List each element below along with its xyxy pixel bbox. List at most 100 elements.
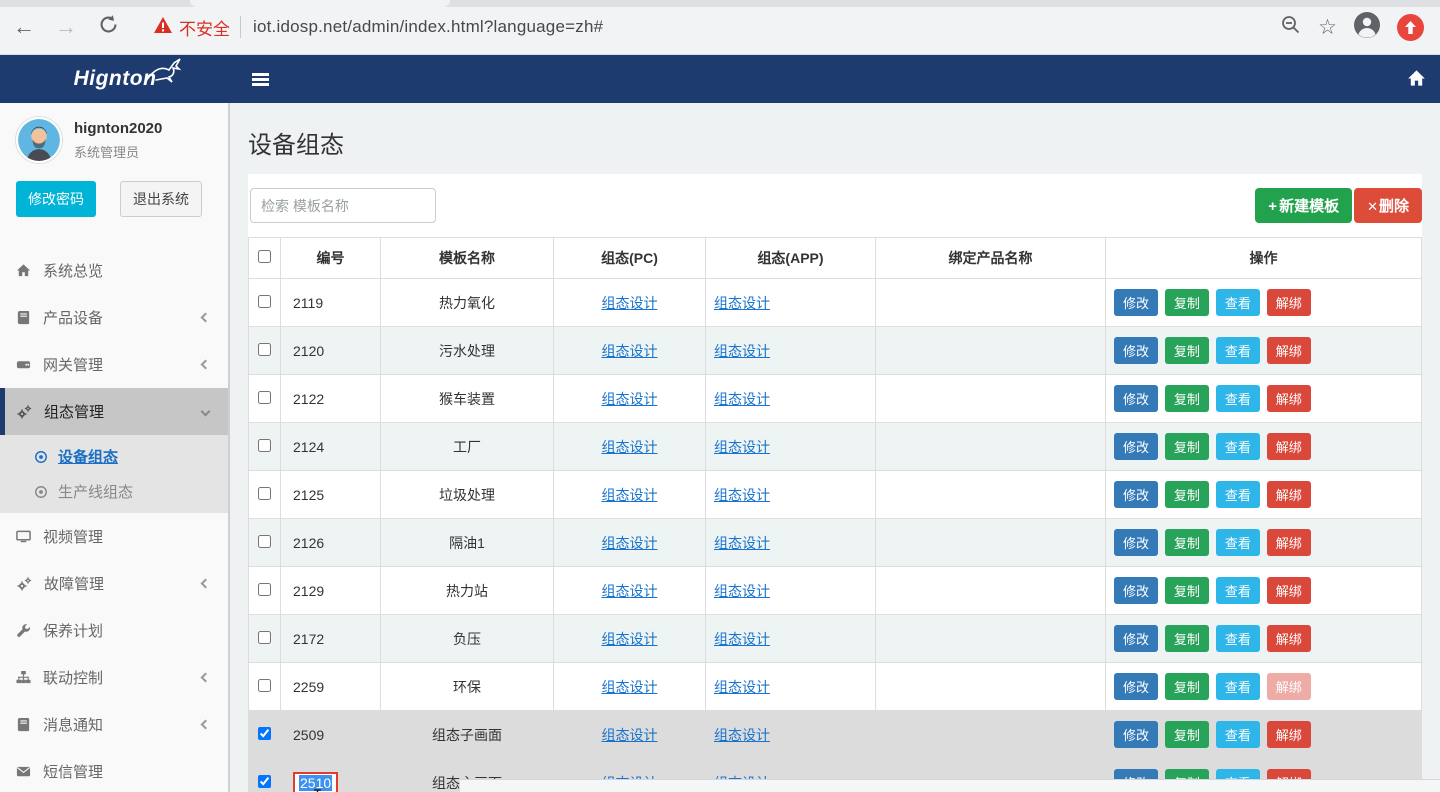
app-design-link[interactable]: 组态设计	[714, 343, 770, 359]
sidebar-item-production-line-configuration[interactable]: 生产线组态	[0, 474, 228, 509]
app-design-link[interactable]: 组态设计	[714, 295, 770, 311]
copy-button[interactable]: 复制	[1165, 529, 1209, 556]
edit-button[interactable]: 修改	[1114, 433, 1158, 460]
table-row[interactable]: 2509 组态子画面 组态设计 组态设计 修改 复制 查看 解绑	[249, 711, 1422, 759]
home-icon[interactable]	[1407, 69, 1426, 93]
table-row[interactable]: 2259 环保 组态设计 组态设计 修改 复制 查看 解绑	[249, 663, 1422, 711]
profile-avatar-icon[interactable]	[1353, 11, 1381, 44]
sidebar-item-fault-management[interactable]: 故障管理	[0, 560, 228, 607]
copy-button[interactable]: 复制	[1165, 385, 1209, 412]
copy-button[interactable]: 复制	[1165, 721, 1209, 748]
unbind-button[interactable]: 解绑	[1267, 433, 1311, 460]
table-row[interactable]: 2126 隔油1 组态设计 组态设计 修改 复制 查看 解绑	[249, 519, 1422, 567]
edit-button[interactable]: 修改	[1114, 577, 1158, 604]
sidebar-toggle-icon[interactable]	[246, 65, 275, 94]
bookmark-star-icon[interactable]: ☆	[1318, 15, 1337, 40]
edit-button[interactable]: 修改	[1114, 673, 1158, 700]
sidebar-item-device-configuration[interactable]: 设备组态	[0, 439, 228, 474]
edit-button[interactable]: 修改	[1114, 625, 1158, 652]
sidebar-item-linkage-control[interactable]: 联动控制	[0, 654, 228, 701]
select-all-checkbox[interactable]	[258, 250, 271, 263]
view-button[interactable]: 查看	[1216, 481, 1260, 508]
row-checkbox[interactable]	[258, 679, 271, 692]
table-row[interactable]: 2119 热力氧化 组态设计 组态设计 修改 复制 查看 解绑	[249, 279, 1422, 327]
reload-icon[interactable]	[90, 14, 126, 41]
pc-design-link[interactable]: 组态设计	[602, 343, 658, 359]
table-row[interactable]: 2125 垃圾处理 组态设计 组态设计 修改 复制 查看 解绑	[249, 471, 1422, 519]
app-design-link[interactable]: 组态设计	[714, 727, 770, 743]
row-checkbox[interactable]	[258, 775, 271, 788]
sidebar-item-system-overview[interactable]: 系统总览	[0, 247, 228, 294]
sidebar-item-sms-management[interactable]: 短信管理	[0, 748, 228, 792]
change-password-button[interactable]: 修改密码	[16, 181, 96, 217]
view-button[interactable]: 查看	[1216, 433, 1260, 460]
copy-button[interactable]: 复制	[1165, 673, 1209, 700]
browser-update-icon[interactable]	[1397, 14, 1424, 41]
view-button[interactable]: 查看	[1216, 289, 1260, 316]
view-button[interactable]: 查看	[1216, 337, 1260, 364]
edit-button[interactable]: 修改	[1114, 289, 1158, 316]
app-design-link[interactable]: 组态设计	[714, 631, 770, 647]
horizontal-scrollbar-track[interactable]	[460, 779, 1440, 792]
brand-logo[interactable]: Hignton	[0, 55, 230, 103]
address-bar[interactable]: 不安全 iot.idosp.net/admin/index.html?langu…	[154, 15, 1280, 40]
copy-button[interactable]: 复制	[1165, 433, 1209, 460]
copy-button[interactable]: 复制	[1165, 481, 1209, 508]
edit-button[interactable]: 修改	[1114, 337, 1158, 364]
delete-button[interactable]: 删除	[1354, 188, 1422, 223]
table-row[interactable]: 2172 负压 组态设计 组态设计 修改 复制 查看 解绑	[249, 615, 1422, 663]
unbind-button[interactable]: 解绑	[1267, 289, 1311, 316]
pc-design-link[interactable]: 组态设计	[602, 583, 658, 599]
unbind-button[interactable]: 解绑	[1267, 625, 1311, 652]
table-row[interactable]: 2120 污水处理 组态设计 组态设计 修改 复制 查看 解绑	[249, 327, 1422, 375]
unbind-button[interactable]: 解绑	[1267, 337, 1311, 364]
row-checkbox[interactable]	[258, 535, 271, 548]
row-checkbox[interactable]	[258, 343, 271, 356]
row-checkbox[interactable]	[258, 391, 271, 404]
row-checkbox[interactable]	[258, 583, 271, 596]
sidebar-item-video-management[interactable]: 视频管理	[0, 513, 228, 560]
app-design-link[interactable]: 组态设计	[714, 487, 770, 503]
app-design-link[interactable]: 组态设计	[714, 679, 770, 695]
table-row[interactable]: 2124 工厂 组态设计 组态设计 修改 复制 查看 解绑	[249, 423, 1422, 471]
unbind-button[interactable]: 解绑	[1267, 385, 1311, 412]
pc-design-link[interactable]: 组态设计	[602, 487, 658, 503]
copy-button[interactable]: 复制	[1165, 337, 1209, 364]
row-id-edit-box[interactable]: 2510	[293, 772, 338, 792]
unbind-button[interactable]: 解绑	[1267, 529, 1311, 556]
table-row[interactable]: 2122 猴车装置 组态设计 组态设计 修改 复制 查看 解绑	[249, 375, 1422, 423]
copy-button[interactable]: 复制	[1165, 577, 1209, 604]
sidebar-item-message-notification[interactable]: 消息通知	[0, 701, 228, 748]
view-button[interactable]: 查看	[1216, 385, 1260, 412]
row-checkbox[interactable]	[258, 439, 271, 452]
pc-design-link[interactable]: 组态设计	[602, 439, 658, 455]
view-button[interactable]: 查看	[1216, 673, 1260, 700]
new-template-button[interactable]: 新建模板	[1255, 188, 1352, 223]
edit-button[interactable]: 修改	[1114, 385, 1158, 412]
row-checkbox[interactable]	[258, 727, 271, 740]
pc-design-link[interactable]: 组态设计	[602, 391, 658, 407]
edit-button[interactable]: 修改	[1114, 529, 1158, 556]
app-design-link[interactable]: 组态设计	[714, 535, 770, 551]
unbind-button[interactable]: 解绑	[1267, 673, 1311, 700]
unbind-button[interactable]: 解绑	[1267, 481, 1311, 508]
pc-design-link[interactable]: 组态设计	[602, 535, 658, 551]
pc-design-link[interactable]: 组态设计	[602, 631, 658, 647]
app-design-link[interactable]: 组态设计	[714, 391, 770, 407]
edit-button[interactable]: 修改	[1114, 721, 1158, 748]
app-design-link[interactable]: 组态设计	[714, 439, 770, 455]
back-icon[interactable]: ←	[6, 14, 42, 40]
view-button[interactable]: 查看	[1216, 529, 1260, 556]
edit-button[interactable]: 修改	[1114, 481, 1158, 508]
copy-button[interactable]: 复制	[1165, 289, 1209, 316]
table-row[interactable]: 2129 热力站 组态设计 组态设计 修改 复制 查看 解绑	[249, 567, 1422, 615]
row-checkbox[interactable]	[258, 631, 271, 644]
search-input[interactable]	[250, 188, 436, 223]
unbind-button[interactable]: 解绑	[1267, 721, 1311, 748]
sidebar-item-configuration-management[interactable]: 组态管理	[0, 388, 228, 435]
view-button[interactable]: 查看	[1216, 577, 1260, 604]
copy-button[interactable]: 复制	[1165, 625, 1209, 652]
logout-button[interactable]: 退出系统	[120, 181, 202, 217]
unbind-button[interactable]: 解绑	[1267, 577, 1311, 604]
pc-design-link[interactable]: 组态设计	[602, 295, 658, 311]
